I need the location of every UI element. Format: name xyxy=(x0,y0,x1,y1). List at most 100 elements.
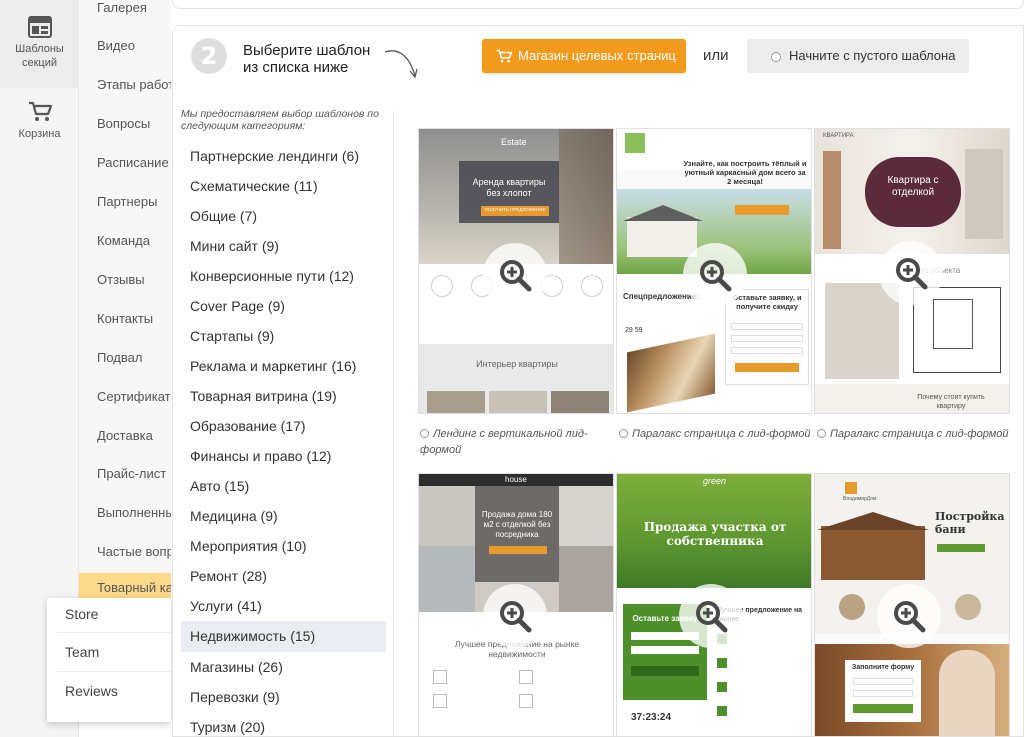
template-logo xyxy=(625,133,645,153)
form-field xyxy=(853,690,913,697)
template-card[interactable]: house Продажа дома 180 м2 с отделкой без… xyxy=(418,473,614,737)
category-item[interactable]: Стартапы (9) xyxy=(181,321,386,351)
dropdown-item-store[interactable]: Store xyxy=(65,606,98,622)
section-menu-item[interactable]: Этапы работ xyxy=(97,77,171,92)
category-item[interactable]: Авто (15) xyxy=(181,471,386,501)
section-menu-item[interactable]: Команда xyxy=(97,233,171,248)
template-headline: Продажа дома 180 м2 с отделкой без посре… xyxy=(481,510,553,539)
feature-icon xyxy=(581,275,603,297)
template-brand: КВАРТИРА xyxy=(823,133,854,139)
section-menu-item[interactable]: Подвал xyxy=(97,350,171,365)
window-image xyxy=(823,151,841,249)
form-field xyxy=(853,678,913,685)
template-footer-text: Почему стоит купить квартиру xyxy=(917,394,985,410)
category-item[interactable]: Товарная витрина (19) xyxy=(181,381,386,411)
feature-icon xyxy=(431,275,453,297)
section-menu-item[interactable]: Отзывы xyxy=(97,272,171,287)
section-menu-item[interactable]: Контакты xyxy=(97,311,171,326)
feature-icon xyxy=(519,694,533,708)
template-cta xyxy=(853,704,913,713)
template-cta xyxy=(735,363,799,372)
category-item[interactable]: Медицина (9) xyxy=(181,501,386,531)
section-menu-item[interactable]: Частые вопросы xyxy=(97,544,171,559)
step-number-badge: 2 xyxy=(191,38,227,74)
step-text-line: из списка ниже xyxy=(243,59,349,76)
rail-item-cart[interactable]: Корзина xyxy=(0,100,79,160)
category-item-active[interactable]: Недвижимость (15) xyxy=(181,621,386,652)
previous-step-panel xyxy=(172,0,1024,9)
divider xyxy=(57,671,171,672)
category-item[interactable]: Общие (7) xyxy=(181,201,386,231)
template-offer: Спецпредложение: xyxy=(623,292,699,301)
interior-photo xyxy=(419,546,475,612)
window-image xyxy=(965,149,1003,239)
interior-photo xyxy=(559,546,613,612)
interior-photo xyxy=(419,486,475,546)
section-menu-item[interactable]: Галерея xyxy=(97,0,171,15)
template-headline: Квартира с отделкой xyxy=(887,175,939,198)
category-list: Партнерские лендинги (6) Схематические (… xyxy=(181,141,386,737)
section-menu-item[interactable]: Доставка xyxy=(97,428,171,443)
category-item[interactable]: Мероприятия (10) xyxy=(181,531,386,561)
template-timer: 37:23:24 xyxy=(631,712,672,723)
category-item[interactable]: Схематические (11) xyxy=(181,171,386,201)
zoom-button[interactable] xyxy=(483,584,547,648)
zoom-button[interactable] xyxy=(879,241,943,305)
template-brand: house xyxy=(505,475,527,484)
template-option[interactable]: Паралакс страница с лид-формой xyxy=(619,426,814,442)
zoom-button[interactable] xyxy=(483,243,547,307)
section-menu-item[interactable]: Выполненные xyxy=(97,505,171,520)
section-menu-item[interactable]: Сертификаты xyxy=(97,389,171,404)
bullet-icon xyxy=(717,658,727,668)
category-item[interactable]: Мини сайт (9) xyxy=(181,231,386,261)
category-item[interactable]: Реклама и маркетинг (16) xyxy=(181,351,386,381)
room-photo xyxy=(825,283,899,379)
section-menu: Галерея Видео Этапы работ Вопросы Распис… xyxy=(79,0,171,603)
category-item[interactable]: Образование (17) xyxy=(181,411,386,441)
form-field xyxy=(731,347,803,354)
template-card[interactable]: Узнайте, как построить тёплый и уютный к… xyxy=(616,128,812,414)
template-option[interactable]: Паралакс страница с лид-формой xyxy=(817,426,1017,442)
template-card[interactable]: КВАРТИРА Квартира с отделкой Фото объект… xyxy=(814,128,1010,414)
template-headline: Продажа участка от собственника xyxy=(643,520,787,548)
template-card[interactable]: ВладимирДом Постройка бани Заполните фор… xyxy=(814,473,1010,737)
template-option[interactable]: Лендинг с вертикальной лид-формой xyxy=(420,426,610,458)
template-brand: ВладимирДом xyxy=(843,496,877,502)
section-menu-item[interactable]: Видео xyxy=(97,38,171,53)
category-item[interactable]: Конверсионные пути (12) xyxy=(181,261,386,291)
section-menu-item[interactable]: Прайс-лист xyxy=(97,466,171,481)
template-option-label: Паралакс страница с лид-формой xyxy=(830,428,1009,440)
section-menu-item[interactable]: Партнеры xyxy=(97,194,171,209)
section-menu-item[interactable]: Расписание xyxy=(97,155,171,170)
sauna-image xyxy=(821,526,925,580)
zoom-button[interactable] xyxy=(679,584,743,648)
form-field xyxy=(731,323,803,330)
category-item[interactable]: Cover Page (9) xyxy=(181,291,386,321)
template-thumb xyxy=(489,391,547,413)
category-item[interactable]: Туризм (20) xyxy=(181,712,386,737)
category-item[interactable]: Магазины (26) xyxy=(181,652,386,682)
dropdown-item-reviews[interactable]: Reviews xyxy=(65,683,118,699)
section-menu-item[interactable]: Вопросы xyxy=(97,116,171,131)
template-form-title: Заполните форму xyxy=(851,664,915,671)
zoom-button[interactable] xyxy=(683,243,747,307)
template-thumb xyxy=(427,391,485,413)
divider xyxy=(393,111,394,737)
template-card[interactable]: Estate Аренда квартиры без хлопот ПОЛУЧИ… xyxy=(418,128,614,414)
landing-shop-button[interactable]: Магазин целевых страниц xyxy=(482,39,686,73)
category-item[interactable]: Услуги (41) xyxy=(181,591,386,621)
empty-template-button[interactable]: Начните с пустого шаблона xyxy=(747,39,969,73)
radio-icon xyxy=(619,429,628,438)
zoom-button[interactable] xyxy=(877,584,941,648)
category-item[interactable]: Партнерские лендинги (6) xyxy=(181,141,386,171)
category-item[interactable]: Ремонт (28) xyxy=(181,561,386,591)
template-brand: green xyxy=(703,476,727,486)
template-logo xyxy=(845,482,857,494)
category-item[interactable]: Финансы и право (12) xyxy=(181,441,386,471)
dropdown-item-team[interactable]: Team xyxy=(65,644,99,660)
template-card[interactable]: green Продажа участка от собственника Ос… xyxy=(616,473,812,737)
category-item[interactable]: Перевозки (9) xyxy=(181,682,386,712)
feature-icon xyxy=(519,670,533,684)
divider xyxy=(57,632,171,633)
rail-item-section-templates[interactable]: Шаблоны секций xyxy=(0,0,79,88)
